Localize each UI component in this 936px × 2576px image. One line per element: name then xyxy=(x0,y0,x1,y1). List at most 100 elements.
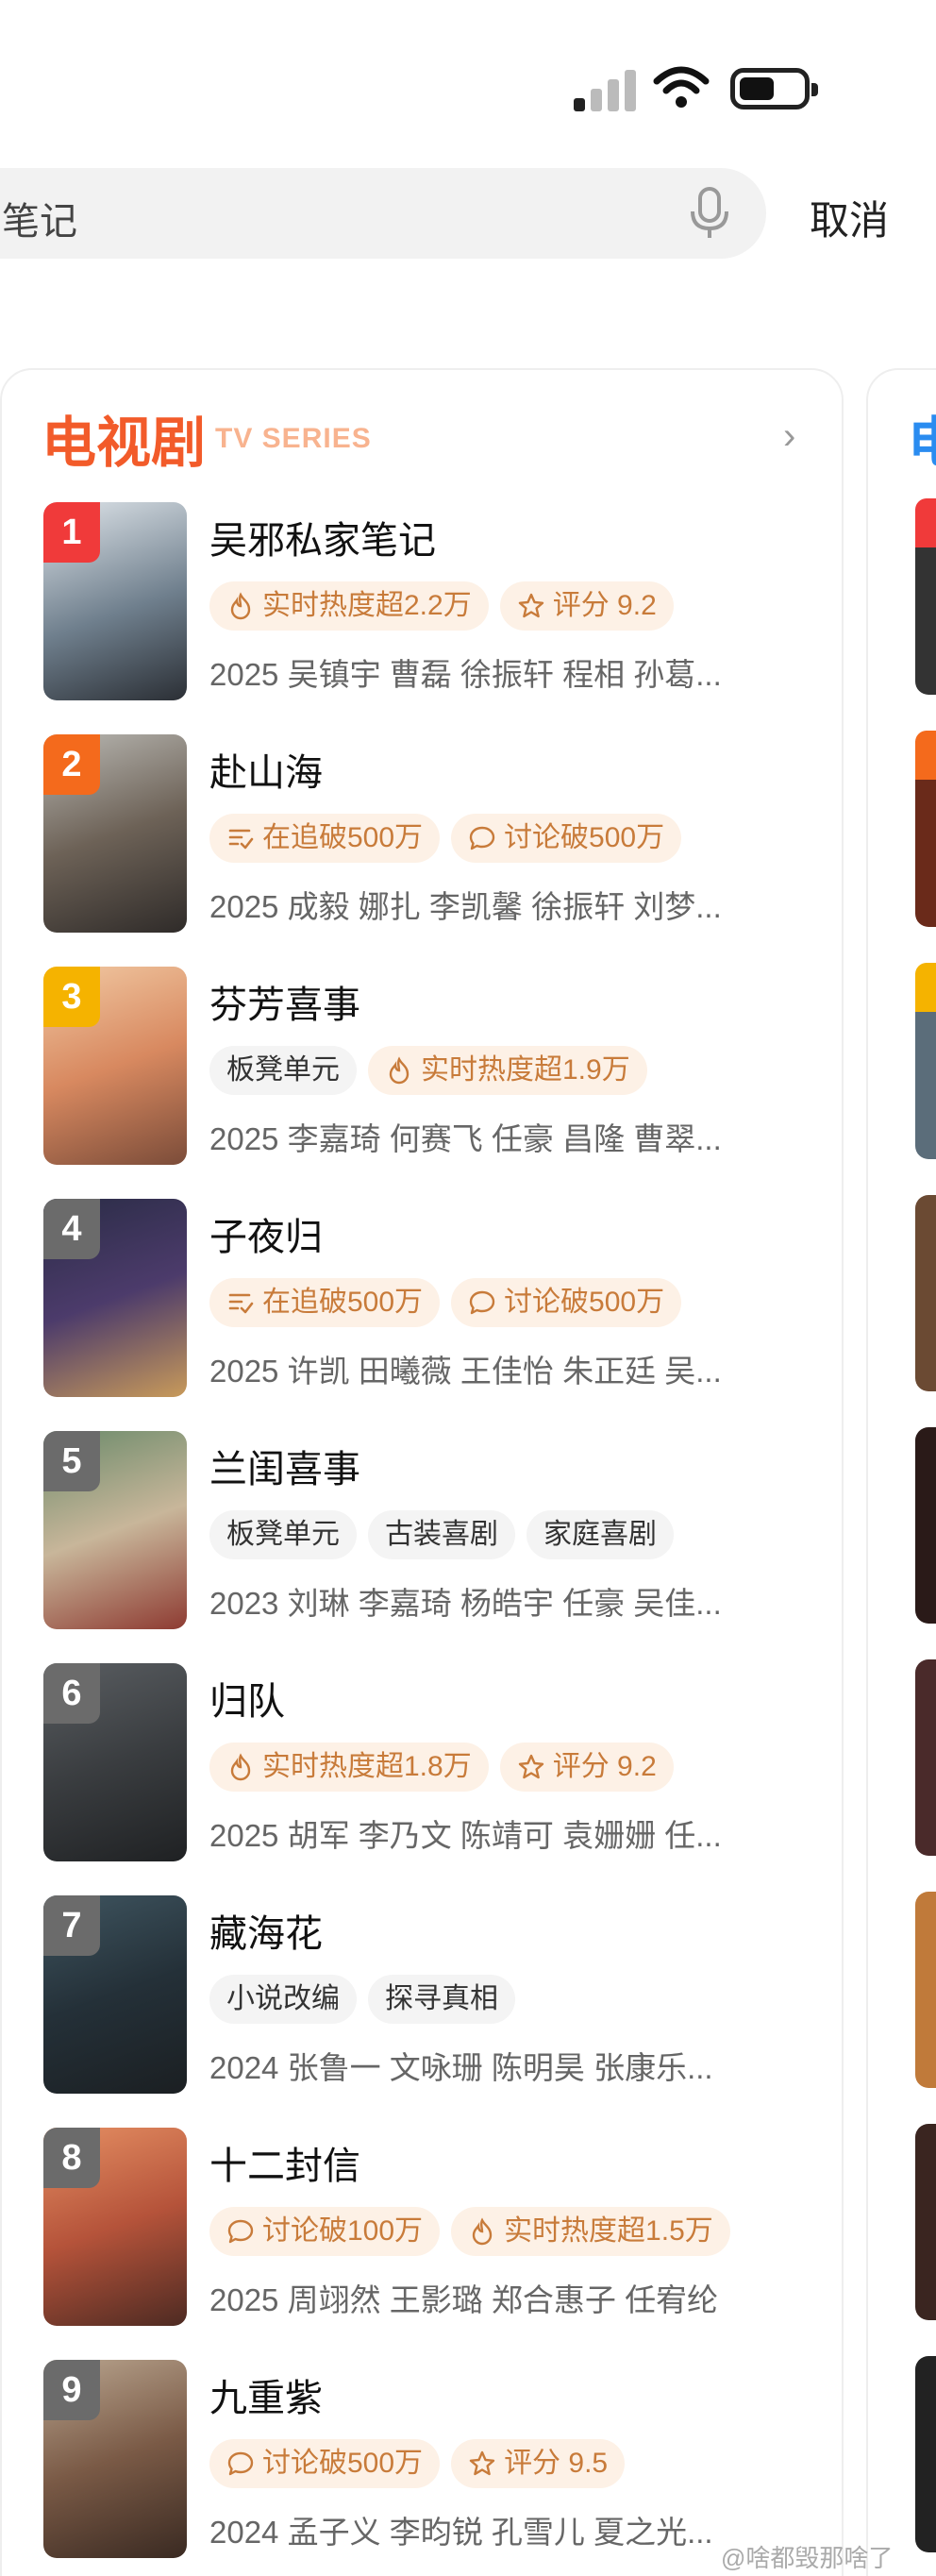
tag-label: 板凳单元 xyxy=(226,1054,340,1086)
tag-chip: 家庭喜剧 xyxy=(526,1510,674,1559)
item-meta: 2025 许凯 田曦薇 王佳怡 朱正廷 吴... xyxy=(209,1354,722,1389)
poster-image[interactable]: 6 xyxy=(43,1663,187,1861)
flame-icon xyxy=(226,592,255,620)
tag-chip: 讨论破500万 xyxy=(451,1278,682,1327)
item-meta: 2025 周翊然 王影璐 郑合惠子 任宥纶 xyxy=(209,2282,719,2317)
rank-badge: 3 xyxy=(43,967,100,1027)
rank-badge: 9 xyxy=(43,2360,100,2420)
poster-image[interactable]: 5 xyxy=(43,1431,187,1629)
tag-label: 探寻真相 xyxy=(385,1983,498,2014)
item-title[interactable]: 吴邪私家笔记 xyxy=(209,510,436,564)
flame-icon xyxy=(226,1753,255,1781)
cancel-button[interactable]: 取消 xyxy=(810,189,889,246)
microphone-icon[interactable] xyxy=(683,185,736,242)
tag-row: 实时热度超1.8万 评分 9.2 xyxy=(209,1743,674,1792)
tag-chip: 讨论破500万 xyxy=(209,2439,441,2488)
item-meta: 2023 刘琳 李嘉琦 杨皓宇 任豪 吴佳... xyxy=(209,1586,722,1621)
list-item[interactable]: 5 兰闺喜事板凳单元 古装喜剧 家庭喜剧 2023 刘琳 李嘉琦 杨皓宇 任豪 吴佳..… xyxy=(43,1431,827,1631)
poster-image[interactable]: 8 xyxy=(43,2128,187,2326)
item-title[interactable]: 九重紫 xyxy=(209,2367,323,2422)
rank-badge: 2 xyxy=(43,734,100,795)
tag-chip: 探寻真相 xyxy=(368,1975,515,2024)
rank-badge: 1 xyxy=(43,502,100,563)
item-meta: 2025 成毅 娜扎 李凯馨 徐振轩 刘梦... xyxy=(209,889,722,924)
tag-chip: 古装喜剧 xyxy=(368,1510,515,1559)
list-item[interactable]: 8 十二封信讨论破100万 实时热度超1.5万 2025 周翊然 王影璐 郑合惠子 任… xyxy=(43,2128,827,2328)
star-icon xyxy=(517,1753,545,1781)
item-title[interactable]: 芬芳喜事 xyxy=(209,974,360,1029)
search-query-text: 笔记 xyxy=(2,201,77,243)
section-title: 电视剧 xyxy=(42,412,207,474)
comment-icon xyxy=(226,2450,255,2478)
star-icon xyxy=(517,592,545,620)
item-title[interactable]: 兰闺喜事 xyxy=(209,1439,360,1493)
tag-label: 实时热度超2.2万 xyxy=(262,590,472,621)
tag-label: 评分 9.2 xyxy=(552,1751,657,1782)
item-title[interactable]: 子夜归 xyxy=(209,1206,323,1261)
list-item[interactable]: 7 藏海花小说改编 探寻真相 2024 张鲁一 文咏珊 陈明昊 张康乐... xyxy=(43,1895,827,2096)
poster-image[interactable]: 3 xyxy=(43,967,187,1165)
tv-series-card: 电视剧 TV SERIES › 1 吴邪私家笔记 实时热度超2.2万 评分 9.2 20… xyxy=(0,368,844,2576)
list-check-icon xyxy=(226,824,255,852)
tag-chip: 评分 9.2 xyxy=(499,1743,674,1792)
poster-image[interactable]: 9 xyxy=(43,2360,187,2558)
tag-chip: 在追破500万 xyxy=(209,1278,441,1327)
item-title[interactable]: 归队 xyxy=(209,1671,285,1726)
poster-image[interactable]: 7 xyxy=(43,1895,187,2094)
list-item[interactable]: 4 子夜归在追破500万 讨论破500万 2025 许凯 田曦薇 王佳怡 朱正廷 吴.… xyxy=(43,1199,827,1399)
tag-chip: 小说改编 xyxy=(209,1975,357,2024)
item-title[interactable]: 藏海花 xyxy=(209,1903,323,1958)
search-input[interactable]: 笔记 xyxy=(0,168,766,259)
list-item[interactable]: 3 芬芳喜事板凳单元 实时热度超1.9万 2025 李嘉琦 何赛飞 任豪 昌隆 曹翠.… xyxy=(43,967,827,1167)
item-title[interactable]: 赴山海 xyxy=(209,742,323,797)
tag-chip: 讨论破500万 xyxy=(451,814,682,863)
tag-label: 在追破500万 xyxy=(262,1287,424,1318)
tag-label: 在追破500万 xyxy=(262,822,424,853)
item-meta: 2025 李嘉琦 何赛飞 任豪 昌隆 曹翠... xyxy=(209,1121,722,1156)
next-card-title: 电 xyxy=(908,398,936,478)
tag-label: 古装喜剧 xyxy=(385,1519,498,1550)
tag-row: 实时热度超2.2万 评分 9.2 xyxy=(209,581,674,631)
tag-row: 讨论破100万 实时热度超1.5万 xyxy=(209,2207,730,2256)
tag-label: 家庭喜剧 xyxy=(543,1519,657,1550)
chevron-right-icon[interactable]: › xyxy=(783,415,795,458)
flame-icon xyxy=(385,1056,413,1085)
item-meta: 2024 张鲁一 文咏珊 陈明昊 张康乐... xyxy=(209,2050,713,2085)
tag-label: 小说改编 xyxy=(226,1983,340,2014)
rank-badge: 5 xyxy=(43,1431,100,1491)
poster-image[interactable]: 2 xyxy=(43,734,187,933)
tag-label: 讨论破500万 xyxy=(504,822,665,853)
signal-icon xyxy=(574,68,640,111)
tag-row: 小说改编 探寻真相 xyxy=(209,1975,515,2024)
list-item[interactable]: 2 赴山海在追破500万 讨论破500万 2025 成毅 娜扎 李凯馨 徐振轩 刘梦.… xyxy=(43,734,827,934)
rank-badge: 7 xyxy=(43,1895,100,1956)
rank-badge: 6 xyxy=(43,1663,100,1724)
tag-chip: 实时热度超2.2万 xyxy=(209,581,489,631)
poster-image[interactable]: 4 xyxy=(43,1199,187,1397)
poster-image[interactable]: 1 xyxy=(43,502,187,700)
tag-label: 实时热度超1.5万 xyxy=(504,2215,713,2247)
tag-label: 实时热度超1.9万 xyxy=(421,1054,630,1086)
rank-badge: 4 xyxy=(43,1199,100,1259)
star-icon xyxy=(468,2450,496,2478)
status-bar xyxy=(0,0,936,151)
tag-label: 评分 9.5 xyxy=(504,2448,609,2479)
battery-icon xyxy=(730,68,818,109)
tag-label: 实时热度超1.8万 xyxy=(262,1751,472,1782)
tag-row: 讨论破500万 评分 9.5 xyxy=(209,2439,626,2488)
next-card-partial[interactable]: 电 xyxy=(866,368,936,2576)
comment-icon xyxy=(468,824,496,852)
tag-row: 在追破500万 讨论破500万 xyxy=(209,814,682,863)
item-meta: 2025 吴镇宇 曹磊 徐振轩 程相 孙葛... xyxy=(209,657,722,692)
list-item[interactable]: 6 归队 实时热度超1.8万 评分 9.2 2025 胡军 李乃文 陈靖可 袁姗姗 任.… xyxy=(43,1663,827,1863)
item-title[interactable]: 十二封信 xyxy=(209,2135,360,2190)
tag-label: 讨论破500万 xyxy=(504,1287,665,1318)
tag-chip: 讨论破100万 xyxy=(209,2207,441,2256)
list-item[interactable]: 1 吴邪私家笔记实时热度超2.2万 评分 9.2 2025 吴镇宇 曹磊 徐振轩 程相… xyxy=(43,502,827,702)
tag-chip: 实时热度超1.8万 xyxy=(209,1743,489,1792)
tag-chip: 板凳单元 xyxy=(209,1510,357,1559)
tag-chip: 实时热度超1.9万 xyxy=(368,1046,647,1095)
list-item[interactable]: 9 九重紫 讨论破500万 评分 9.5 2024 孟子义 李昀锐 孔雪儿 夏之光... xyxy=(43,2360,827,2560)
flame-icon xyxy=(468,2217,496,2246)
comment-icon xyxy=(468,1288,496,1317)
